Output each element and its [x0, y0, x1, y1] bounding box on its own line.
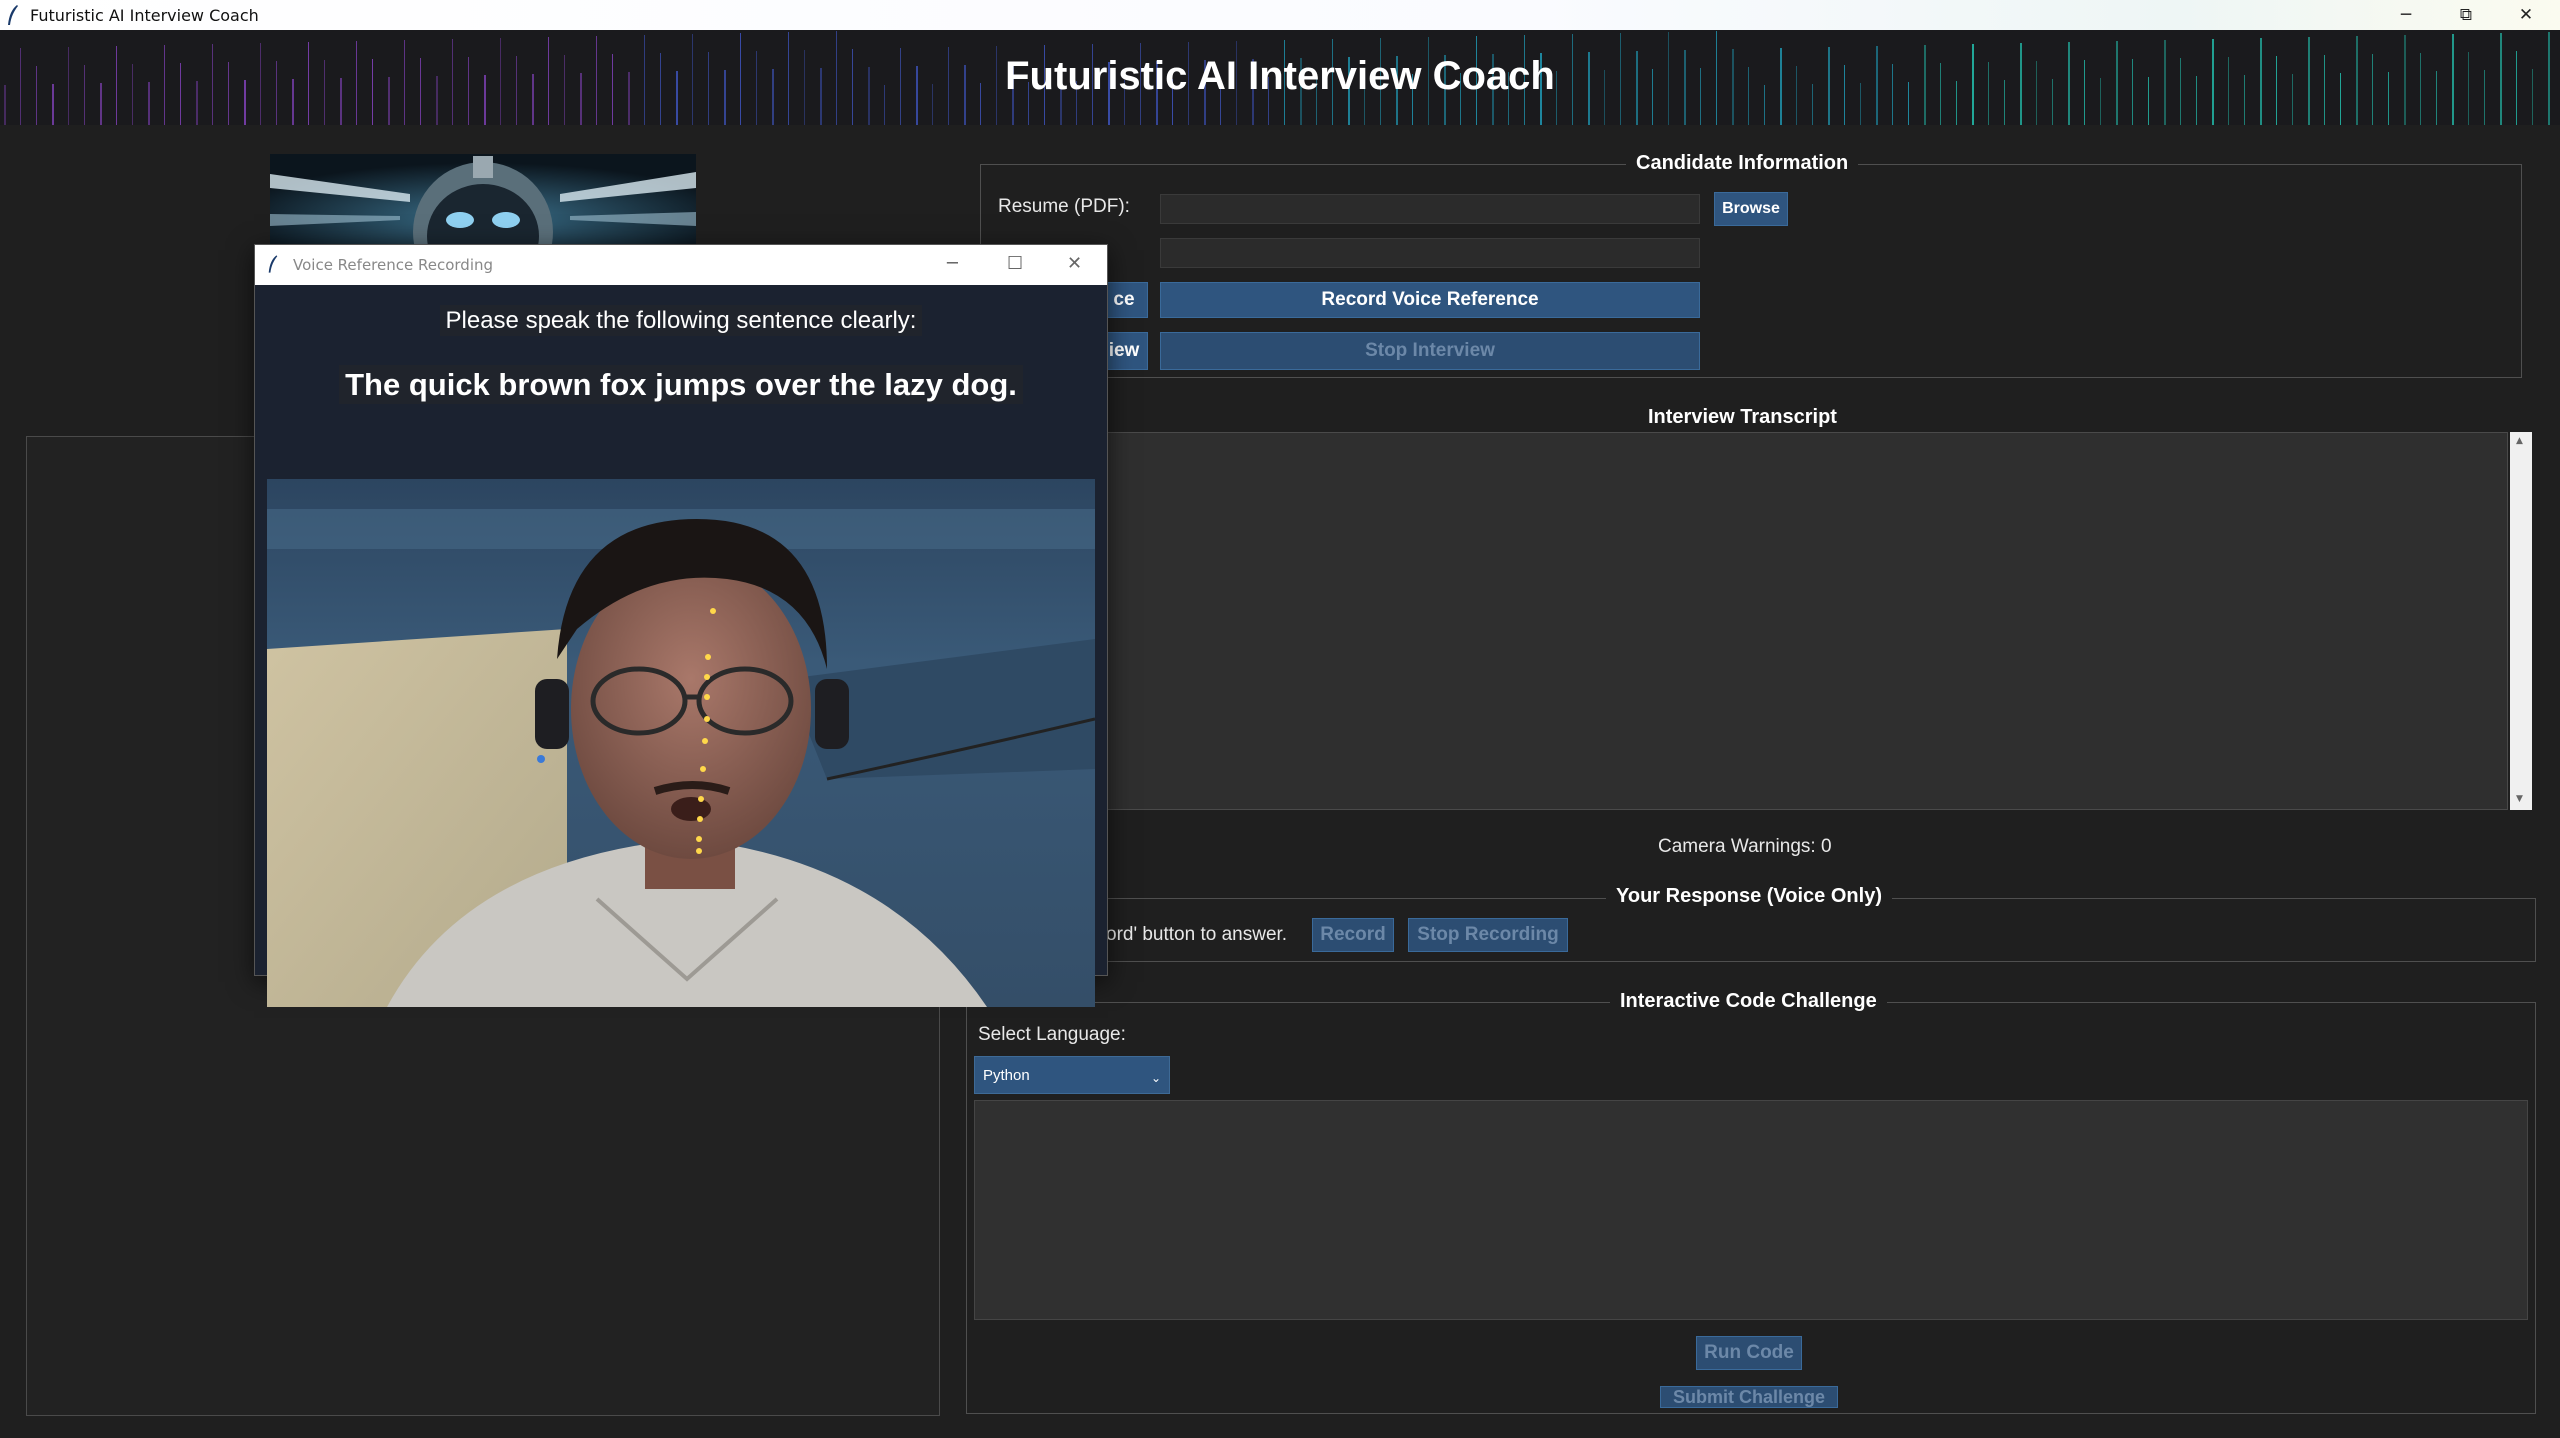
popup-sentence: The quick brown fox jumps over the lazy … — [255, 365, 1107, 404]
popup-maximize-button[interactable]: ☐ — [1007, 253, 1023, 274]
transcript-textbox[interactable] — [1038, 432, 2508, 810]
scroll-up-icon[interactable]: ▲ — [2516, 436, 2523, 446]
language-selected-value: Python — [983, 1067, 1030, 1084]
header-banner: Futuristic AI Interview Coach — [0, 30, 2560, 125]
stop-interview-button[interactable]: Stop Interview — [1160, 332, 1700, 370]
scroll-down-icon[interactable]: ▼ — [2516, 794, 2523, 804]
restore-button[interactable]: ⧉ — [2446, 2, 2486, 28]
browse-button[interactable]: Browse — [1714, 192, 1788, 226]
window-titlebar[interactable]: Futuristic AI Interview Coach ─ ⧉ ✕ — [0, 0, 2560, 30]
language-dropdown[interactable]: Python ⌄ — [974, 1056, 1170, 1094]
transcript-title: Interview Transcript — [1638, 406, 1847, 429]
record-voice-reference-button[interactable]: Record Voice Reference — [1160, 282, 1700, 318]
window-title: Futuristic AI Interview Coach — [30, 6, 259, 25]
popup-titlebar[interactable]: Voice Reference Recording ─ ☐ ✕ — [255, 245, 1107, 285]
popup-close-button[interactable]: ✕ — [1067, 253, 1082, 274]
response-title: Your Response (Voice Only) — [1606, 885, 1892, 908]
submit-challenge-button[interactable]: Submit Challenge — [1660, 1386, 1838, 1408]
transcript-scrollbar[interactable]: ▲ ▼ — [2510, 432, 2532, 810]
close-button[interactable]: ✕ — [2506, 2, 2546, 28]
candidate-info-title: Candidate Information — [1626, 152, 1859, 175]
camera-warnings-text: Camera Warnings: 0 — [1658, 836, 1832, 857]
app-title: Futuristic AI Interview Coach — [1005, 54, 1555, 98]
code-editor[interactable] — [974, 1100, 2528, 1320]
candidate-name-input[interactable] — [1160, 238, 1700, 268]
ai-avatar-image — [270, 154, 696, 244]
popup-instruction: Please speak the following sentence clea… — [255, 305, 1107, 336]
run-code-button[interactable]: Run Code — [1696, 1336, 1802, 1370]
response-hint-text: ord' button to answer. — [1106, 924, 1288, 945]
voice-reference-popup[interactable]: Voice Reference Recording ─ ☐ ✕ Please s… — [254, 244, 1108, 1007]
popup-minimize-button[interactable]: ─ — [947, 253, 958, 274]
popup-instruction-text: Please speak the following sentence clea… — [439, 305, 923, 336]
feather-icon — [8, 5, 18, 25]
resume-label: Resume (PDF): — [998, 196, 1130, 217]
popup-body: Please speak the following sentence clea… — [255, 285, 1107, 1007]
resume-path-input[interactable] — [1160, 194, 1700, 224]
stop-recording-button[interactable]: Stop Recording — [1408, 918, 1568, 952]
select-language-label: Select Language: — [978, 1024, 1126, 1045]
feather-icon — [268, 255, 278, 273]
code-challenge-title: Interactive Code Challenge — [1610, 990, 1887, 1013]
webcam-preview-image — [267, 479, 1095, 1007]
record-button[interactable]: Record — [1312, 918, 1394, 952]
chevron-down-icon: ⌄ — [1151, 1071, 1162, 1085]
popup-title: Voice Reference Recording — [293, 256, 494, 274]
popup-sentence-text: The quick brown fox jumps over the lazy … — [339, 365, 1023, 404]
minimize-button[interactable]: ─ — [2386, 2, 2426, 28]
